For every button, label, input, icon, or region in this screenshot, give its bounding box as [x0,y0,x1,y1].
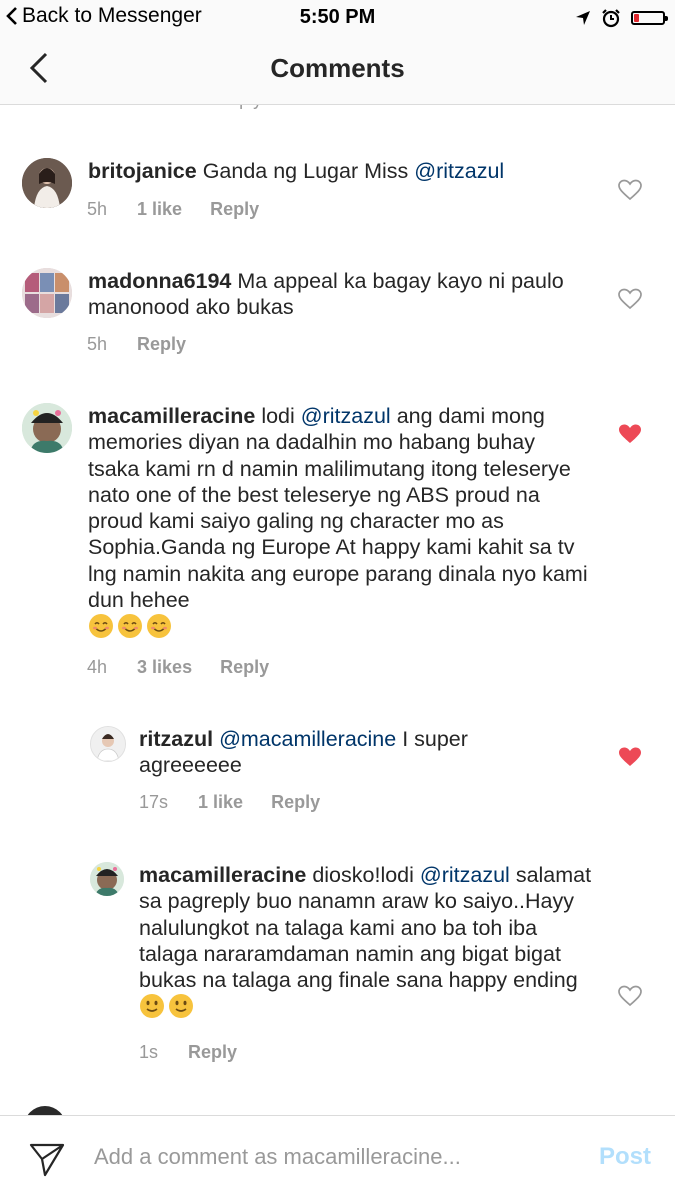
heart-filled-icon[interactable] [618,746,642,768]
comment-text: macamilleracine diosko!lodi @ritzazul sa… [139,862,599,1021]
comment-username[interactable]: macamilleracine [88,404,255,428]
reply-button[interactable]: Reply [210,199,259,220]
smiling-face-emoji-icon [89,614,113,639]
comment-body: lodi [261,404,301,428]
avatar[interactable] [90,726,126,762]
alarm-clock-icon [602,9,620,28]
heart-icon[interactable] [618,179,642,201]
comment-body: diosko!lodi [312,863,420,887]
comment-likes[interactable]: 1 like [198,792,243,813]
comment-timestamp: 1s [139,1042,159,1062]
mention-link[interactable]: @ritzazul [420,863,510,887]
reply-button[interactable]: Reply [271,792,320,813]
comment-composer: Add a comment as macamilleracine... Post [0,1115,675,1201]
page-title: Comments [270,53,405,83]
comment-meta: 5h 1 like Reply [87,199,259,220]
smiling-face-emoji-icon [118,614,142,639]
comment-item: britojanice Ganda ng Lugar Miss @ritzazu… [0,105,675,235]
mention-link[interactable]: @ritzazul [414,159,504,183]
comment-username[interactable]: ritzazul [139,727,213,751]
comment-username[interactable]: macamilleracine [139,863,306,887]
smiling-face-emoji-icon [147,614,171,639]
avatar[interactable] [22,158,72,208]
slightly-smiling-face-emoji-icon [169,994,193,1019]
comment-meta: 17s 1 like Reply [139,792,320,813]
comment-timestamp: 5h [87,199,108,219]
heart-filled-icon[interactable] [618,423,642,445]
comment-text: britojanice Ganda ng Lugar Miss @ritzazu… [88,158,588,184]
mention-link[interactable]: @ritzazul [301,404,391,428]
status-bar: Back to Messenger 5:50 PM [0,0,675,34]
comment-username[interactable]: britojanice [88,159,197,183]
mention-link[interactable]: @macamilleracine [219,727,396,751]
comment-timestamp: 5h [87,334,108,354]
reply-item: macamilleracine diosko!lodi @ritzazul sa… [0,825,675,1065]
slightly-smiling-face-emoji-icon [140,994,164,1019]
comment-meta: 5h Reply [87,334,186,355]
reply-item: ritzazul @macamilleracine I super agreee… [0,685,675,825]
comment-item: macamilleracine lodi @ritzazul ang dami … [0,365,675,685]
status-time: 5:50 PM [299,6,376,28]
comment-item: madonna6194 Ma appeal ka bagay kayo ni p… [0,235,675,365]
heart-icon[interactable] [618,288,642,310]
comment-likes[interactable]: 3 likes [137,657,192,678]
comment-text: macamilleracine lodi @ritzazul ang dami … [88,403,588,641]
avatar[interactable] [90,862,124,896]
battery-icon [631,11,668,25]
direct-send-icon[interactable] [28,1140,66,1178]
reply-button[interactable]: Reply [137,334,186,355]
comment-timestamp: 4h [87,657,108,677]
comment-meta: 4h 3 likes Reply [87,657,269,678]
comment-meta: 1s Reply [139,1042,237,1063]
comment-text: ritzazul @macamilleracine I super agreee… [139,726,519,779]
comment-body: Ganda ng Lugar Miss [202,159,415,183]
comment-body-cont: ang dami mong memories diyan na dadalhin… [88,404,588,613]
navigation-bar: Comments [0,34,675,105]
comment-username[interactable]: madonna6194 [88,269,231,293]
heart-icon[interactable] [618,985,642,1007]
comment-timestamp: 17s [139,792,169,812]
comment-input[interactable]: Add a comment as macamilleracine... [94,1144,461,1170]
avatar[interactable] [22,403,72,453]
location-arrow-icon [576,11,590,25]
comment-text: madonna6194 Ma appeal ka bagay kayo ni p… [88,268,588,321]
comment-likes[interactable]: 1 like [137,199,182,220]
avatar[interactable] [22,268,72,318]
post-button[interactable]: Post [599,1143,651,1171]
reply-button[interactable]: Reply [220,657,269,678]
reply-button[interactable]: Reply [188,1042,237,1063]
